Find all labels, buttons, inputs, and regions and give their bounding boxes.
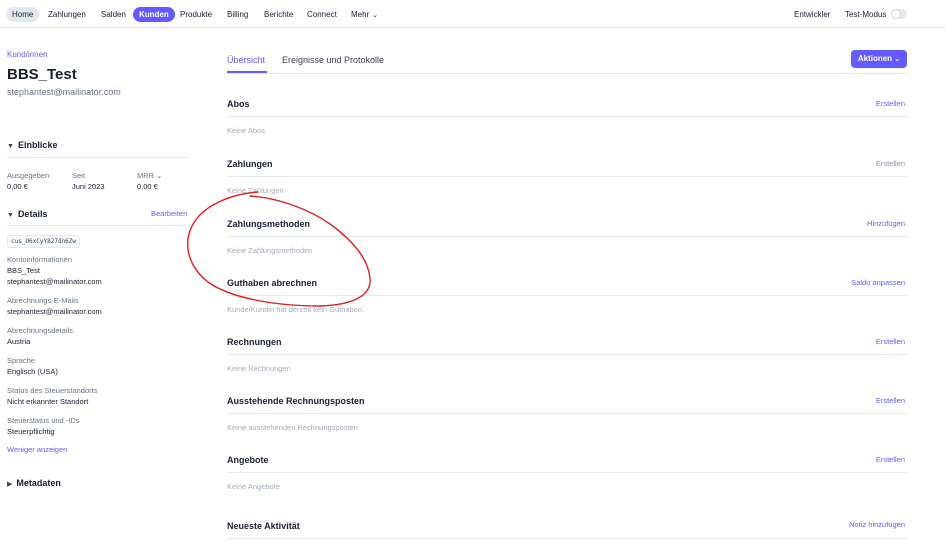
stat-since-value: Juni 2023: [72, 182, 105, 191]
detail-value: stephantest@mailinator.com: [7, 277, 102, 286]
insights-title: Einblicke: [17, 140, 58, 150]
section-divider: [227, 354, 907, 355]
section-title-recent-activity: Neueste Aktivität: [227, 521, 300, 531]
chevron-down-icon: ⌄: [372, 12, 379, 19]
detail-label: Kontoinformationen: [7, 255, 73, 264]
caret-right-icon: ▶: [7, 481, 13, 488]
nav-billing[interactable]: Billing: [221, 7, 254, 22]
section-divider: [227, 472, 907, 473]
metadata-title: Metadaten: [16, 478, 61, 488]
create-quote-link[interactable]: Erstellen: [876, 455, 905, 464]
details-toggle[interactable]: ▼ Details: [7, 209, 47, 219]
create-invoice-item-link[interactable]: Erstellen: [876, 396, 905, 405]
empty-state-pending-invoice-items: Keine ausstehenden Rechnungsposten: [227, 423, 358, 432]
empty-state-payment-methods: Keine Zahlungsmethoden: [227, 246, 313, 255]
tabs-divider: [227, 73, 907, 74]
caret-down-icon: ▼: [7, 212, 14, 219]
nav-customers[interactable]: Kunden: [133, 7, 175, 22]
nav-connect[interactable]: Connect: [301, 7, 343, 22]
tab-overview[interactable]: Übersicht: [227, 55, 265, 65]
stat-mrr-dropdown[interactable]: MRR ⌄: [137, 171, 162, 180]
detail-label: Abrechnungsdetails: [7, 326, 73, 335]
actions-button[interactable]: Aktionen ⌄: [851, 50, 907, 68]
nav-reports[interactable]: Berichte: [258, 7, 299, 22]
stat-spent-value: 0,00 €: [7, 182, 28, 191]
toggle-knob: [892, 10, 900, 18]
stat-since-label: Seit: [72, 171, 85, 180]
customer-id-badge[interactable]: cus_O6xCyY827dn6Zw: [7, 235, 81, 248]
customer-email: stephantest@mailinator.com: [7, 87, 121, 97]
section-divider: [227, 116, 907, 117]
stat-mrr-label: MRR: [137, 171, 155, 180]
nav-developer[interactable]: Entwickler: [788, 7, 836, 22]
empty-state-quotes: Keine Angebote: [227, 482, 280, 491]
insights-divider: [7, 157, 190, 158]
section-title-quotes: Angebote: [227, 455, 269, 465]
detail-value: Englisch (USA): [7, 367, 58, 376]
nav-more-label: Mehr: [351, 10, 370, 19]
section-divider: [227, 413, 907, 414]
detail-value: stephantest@mailinator.com: [7, 307, 102, 316]
actions-label: Aktionen: [857, 54, 893, 63]
section-title-subscriptions: Abos: [227, 99, 250, 109]
detail-value: BBS_Test: [7, 266, 40, 275]
empty-state-credit-balance: Kunde/Kundin hat derzeit kein Guthaben.: [227, 305, 365, 314]
add-note-link[interactable]: Notiz hinzufügen: [849, 520, 905, 529]
top-navigation: Home Zahlungen Salden Kunden Produkte Bi…: [0, 0, 945, 28]
nav-balances[interactable]: Salden: [95, 7, 132, 22]
show-less-link[interactable]: Weniger anzeigen: [7, 445, 67, 454]
empty-state-invoices: Keine Rechnungen: [227, 364, 291, 373]
chevron-down-icon: ⌄: [156, 173, 163, 180]
detail-label: Status des Steuerstandorts: [7, 386, 98, 395]
detail-value: Nicht erkannter Standort: [7, 397, 89, 406]
add-payment-method-link[interactable]: Hinzufügen: [867, 219, 905, 228]
section-title-payment-methods: Zahlungsmethoden: [227, 219, 310, 229]
detail-value: Steuerpflichtig: [7, 427, 55, 436]
active-tab-indicator: [227, 71, 267, 73]
chevron-down-icon: ⌄: [894, 56, 901, 63]
section-divider: [227, 538, 907, 539]
section-title-payments: Zahlungen: [227, 159, 273, 169]
create-payment-link[interactable]: Erstellen: [876, 159, 905, 168]
detail-value: Austria: [7, 337, 31, 346]
test-mode-toggle[interactable]: [891, 9, 907, 19]
empty-state-subscriptions: Keine Abos: [227, 126, 265, 135]
tab-events-logs[interactable]: Ereignisse und Protokolle: [282, 55, 384, 65]
section-title-credit-balance: Guthaben abrechnen: [227, 278, 318, 288]
nav-payments[interactable]: Zahlungen: [42, 7, 92, 22]
customer-eyebrow-link[interactable]: Kund/innen: [7, 50, 47, 59]
nav-products[interactable]: Produkte: [174, 7, 218, 22]
section-divider: [227, 236, 907, 237]
nav-more[interactable]: Mehr ⌄: [345, 7, 384, 22]
details-divider: [7, 225, 190, 226]
empty-state-payments: Keine Zahlungen: [227, 186, 284, 195]
stat-spent-label: Ausgegeben: [7, 171, 50, 180]
customer-name: BBS_Test: [7, 66, 77, 83]
adjust-balance-link[interactable]: Saldo anpassen: [851, 278, 905, 287]
edit-details-link[interactable]: Bearbeiten: [151, 209, 187, 218]
section-divider: [227, 176, 907, 177]
metadata-toggle[interactable]: ▶ Metadaten: [7, 478, 61, 488]
detail-label: Sprache: [7, 356, 35, 365]
nav-home[interactable]: Home: [6, 7, 40, 22]
caret-down-icon: ▼: [7, 143, 14, 150]
test-mode-label: Test-Modus: [845, 10, 887, 19]
details-title: Details: [17, 209, 48, 219]
section-title-pending-invoice-items: Ausstehende Rechnungsposten: [227, 396, 365, 406]
section-divider: [227, 295, 907, 296]
section-title-invoices: Rechnungen: [227, 337, 282, 347]
stat-mrr-value: 0,00 €: [137, 182, 158, 191]
insights-toggle[interactable]: ▼ Einblicke: [7, 140, 57, 150]
create-subscription-link[interactable]: Erstellen: [876, 99, 905, 108]
detail-label: Abrechnungs-E-Mails: [7, 296, 79, 305]
detail-label: Steuerstatus und -IDs: [7, 416, 80, 425]
create-invoice-link[interactable]: Erstellen: [876, 337, 905, 346]
